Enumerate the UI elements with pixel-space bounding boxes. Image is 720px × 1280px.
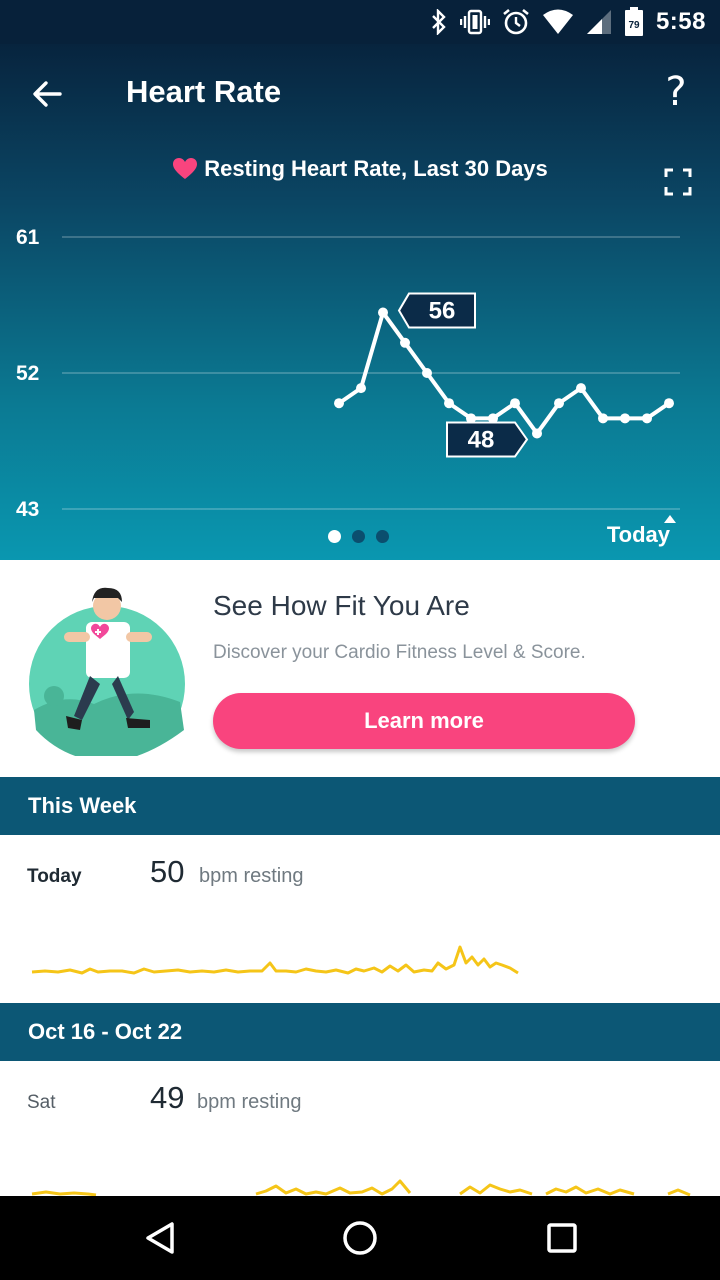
y-tick-label: 61 (16, 226, 40, 249)
wifi-icon (542, 9, 573, 34)
resting-heart-rate-chart: 61 52 43 56 48 (16, 226, 680, 521)
nav-back-button[interactable] (136, 1214, 184, 1262)
y-tick-label: 43 (16, 498, 39, 521)
pager-dot[interactable] (376, 530, 389, 543)
heart-rate-sparkline (31, 1179, 691, 1196)
status-time: 5:58 (655, 8, 706, 35)
nav-home-button[interactable] (336, 1214, 384, 1262)
today-button[interactable]: Today (607, 522, 670, 548)
bluetooth-icon (432, 9, 446, 35)
resting-unit: bpm resting (197, 1091, 302, 1113)
data-point (334, 398, 344, 409)
back-icon (146, 1222, 174, 1254)
data-point (620, 413, 630, 424)
heart-rate-hero: Heart Rate ? Resting Heart Rate, Last 30… (0, 44, 720, 560)
section-header-week: Oct 16 - Oct 22 (0, 1003, 720, 1061)
data-point (356, 383, 366, 394)
fitness-illustration (29, 587, 185, 756)
data-point (554, 398, 564, 409)
heart-rate-sparkline (31, 945, 519, 975)
promo-subtitle: Discover your Cardio Fitness Level & Sco… (213, 642, 586, 663)
data-point (532, 428, 542, 439)
home-icon (343, 1221, 377, 1255)
data-point (400, 337, 410, 348)
battery-level: 79 (628, 20, 640, 31)
day-label: Today (27, 866, 82, 887)
data-point (576, 383, 586, 394)
day-row-today[interactable]: Today 50 bpm resting (0, 835, 720, 1003)
vibrate-icon (459, 9, 490, 35)
pager-dot[interactable] (328, 530, 341, 543)
status-icons: 79 5:58 (430, 6, 706, 38)
data-point (510, 398, 520, 409)
nav-recents-button[interactable] (538, 1214, 586, 1262)
data-point (664, 398, 674, 409)
callout-label: 56 (429, 298, 456, 325)
data-point (642, 413, 652, 424)
system-nav-bar (0, 1196, 720, 1280)
cardio-fitness-promo: See How Fit You Are Discover your Cardio… (0, 560, 720, 777)
day-label: Sat (27, 1092, 56, 1113)
resting-value: 49 (150, 1080, 185, 1115)
y-tick-label: 52 (16, 362, 39, 385)
learn-more-button[interactable]: Learn more (213, 693, 635, 749)
alarm-icon (503, 8, 529, 35)
resting-value: 50 (150, 854, 185, 889)
data-point (422, 368, 432, 378)
signal-icon (586, 10, 611, 34)
data-point (378, 307, 388, 318)
data-point (598, 413, 608, 424)
data-point (444, 398, 454, 409)
pager-dot[interactable] (352, 530, 365, 543)
resting-unit: bpm resting (199, 865, 304, 887)
recents-icon (547, 1223, 577, 1253)
day-row-sat[interactable]: Sat 49 bpm resting (0, 1061, 720, 1196)
promo-title: See How Fit You Are (213, 590, 470, 621)
section-header-this-week: This Week (0, 777, 720, 835)
callout-label: 48 (468, 426, 495, 453)
chart-pager (328, 530, 389, 543)
battery-icon: 79 (624, 7, 643, 36)
status-bar: 79 5:58 (0, 0, 720, 44)
